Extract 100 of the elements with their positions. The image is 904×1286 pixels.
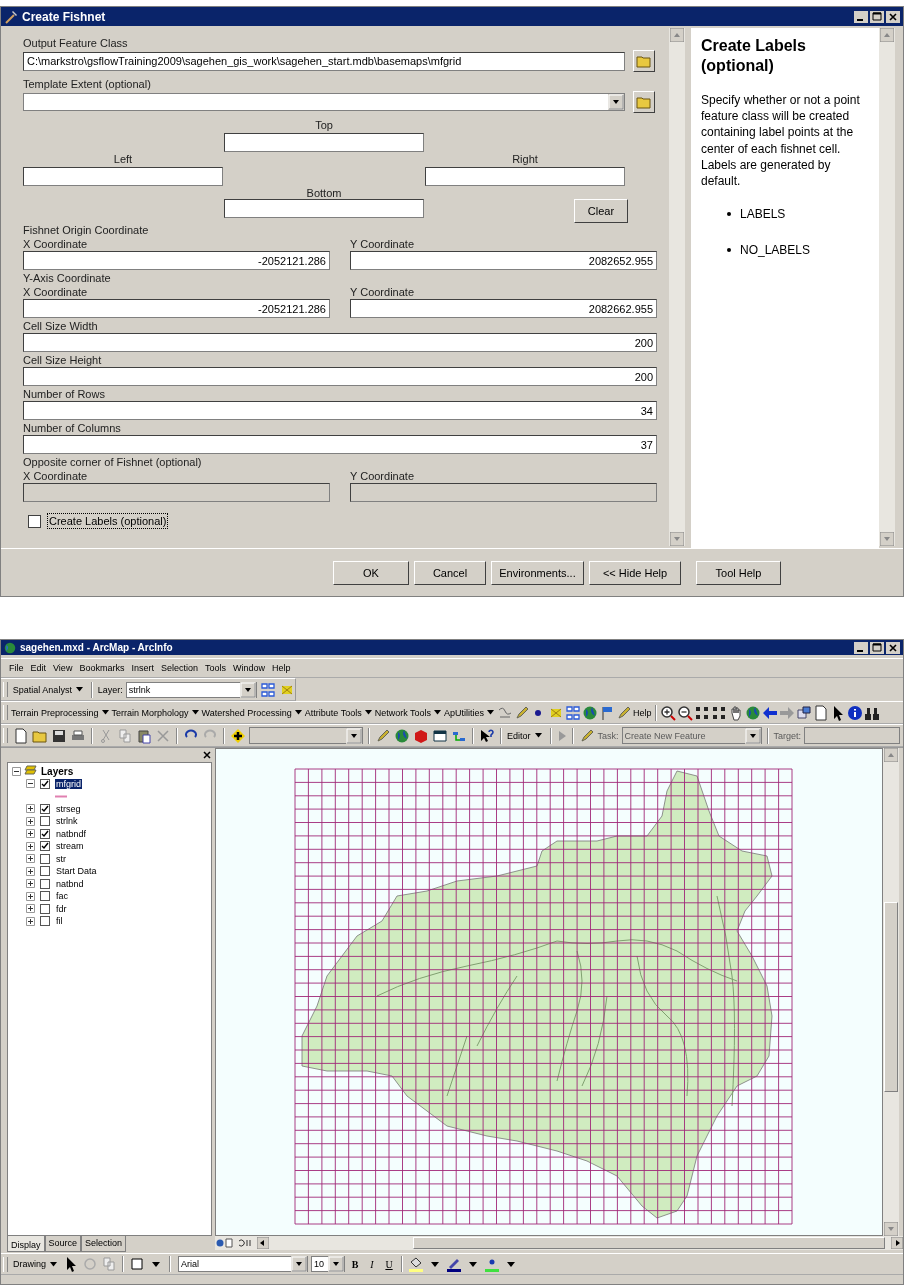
help-button[interactable]: Help: [633, 707, 652, 718]
layer-name[interactable]: strlnk: [55, 816, 79, 827]
toolbar-menu[interactable]: Terrain Preprocessing: [11, 707, 99, 718]
squares-icon[interactable]: [693, 704, 710, 721]
font-size-dropdown[interactable]: 10: [311, 1256, 345, 1272]
caret-icon[interactable]: [346, 727, 362, 744]
layer-group-name[interactable]: Layers: [41, 765, 74, 777]
page-icon[interactable]: [13, 727, 29, 744]
left-field[interactable]: [23, 167, 223, 186]
collapse-toggle-icon[interactable]: [26, 779, 35, 789]
pencil-icon[interactable]: [616, 704, 633, 721]
expand-toggle-icon[interactable]: [26, 866, 35, 876]
caret-icon[interactable]: [608, 94, 624, 110]
caret-icon[interactable]: [328, 1256, 344, 1272]
layer-dropdown[interactable]: strlnk: [125, 681, 257, 698]
close-icon[interactable]: [886, 641, 900, 654]
network-icon[interactable]: [565, 704, 582, 721]
y-coordinate-field[interactable]: 2082652.955: [350, 251, 657, 270]
line-color-icon[interactable]: [446, 1256, 462, 1272]
menu-item[interactable]: Selection: [160, 663, 198, 673]
task-dropdown[interactable]: Create New Feature: [621, 727, 762, 744]
scrollbar-thumb[interactable]: [884, 902, 898, 1092]
page-icon[interactable]: [812, 704, 829, 721]
bottom-field[interactable]: [224, 199, 424, 218]
scroll-right-icon[interactable]: [891, 1237, 903, 1249]
checkbox[interactable]: [40, 891, 50, 902]
pencil-icon[interactable]: [375, 727, 391, 744]
help-pointer-icon[interactable]: [479, 727, 495, 744]
caret-icon[interactable]: [487, 710, 495, 715]
squares-icon[interactable]: [710, 704, 727, 721]
minimize-icon[interactable]: [854, 10, 868, 23]
menu-item[interactable]: Help: [272, 663, 291, 673]
minimize-icon[interactable]: [854, 641, 868, 654]
checkbox[interactable]: [40, 853, 50, 864]
caret-icon[interactable]: [291, 1256, 307, 1272]
top-field[interactable]: [224, 133, 424, 152]
layer-name[interactable]: fdr: [55, 903, 68, 914]
expand-toggle-icon[interactable]: [26, 891, 35, 901]
layer-name[interactable]: mfgrid: [55, 778, 82, 789]
maximize-icon[interactable]: [870, 10, 884, 23]
close-icon[interactable]: [203, 751, 211, 759]
expand-toggle-icon[interactable]: [26, 816, 35, 826]
menu-item[interactable]: Insert: [131, 663, 154, 673]
rectangle-icon[interactable]: [129, 1256, 145, 1272]
panel-tab[interactable]: Selection: [81, 1236, 127, 1252]
bold-button[interactable]: B: [348, 1258, 362, 1270]
menu-item[interactable]: Edit: [30, 663, 47, 673]
menu-item[interactable]: Tools: [204, 663, 226, 673]
checkbox[interactable]: [40, 816, 50, 827]
number-field[interactable]: 200: [23, 367, 657, 386]
expand-toggle-icon[interactable]: [26, 904, 35, 914]
template-extent-dropdown[interactable]: [23, 93, 625, 111]
caret-icon[interactable]: [240, 681, 256, 698]
dialog-button[interactable]: Environments...: [491, 560, 584, 585]
scrollbar-thumb[interactable]: [413, 1237, 885, 1249]
zoom-out-icon[interactable]: [676, 704, 693, 721]
floppy-icon[interactable]: [51, 727, 67, 744]
checkbox[interactable]: [40, 866, 50, 877]
maximize-icon[interactable]: [870, 641, 884, 654]
output-path-field[interactable]: C:\markstro\gsflowTraining2009\sagehen_gis_work\sagehen_start.mdb\basemaps\mfgrid: [23, 51, 625, 71]
toolbar-menu[interactable]: Watershed Processing: [201, 707, 292, 718]
expand-toggle-icon[interactable]: [26, 829, 35, 839]
underline-button[interactable]: U: [382, 1258, 396, 1270]
toolbar-menu[interactable]: Network Tools: [374, 707, 432, 718]
expand-toggle-icon[interactable]: [26, 804, 35, 814]
clipboard-icon[interactable]: [136, 727, 152, 744]
toolbar-menu[interactable]: Attribute Tools: [304, 707, 362, 718]
toolbar-menu[interactable]: ApUtilities: [444, 707, 485, 718]
zoom-in-icon[interactable]: [659, 704, 676, 721]
pencil-icon[interactable]: [514, 704, 531, 721]
collapse-toggle-icon[interactable]: [12, 766, 21, 776]
layer-name[interactable]: fac: [55, 891, 69, 902]
expand-toggle-icon[interactable]: [26, 879, 35, 889]
scroll-left-icon[interactable]: [257, 1237, 269, 1249]
dialog-button[interactable]: Cancel: [414, 560, 486, 585]
globe-icon[interactable]: [582, 704, 599, 721]
caret-icon[interactable]: [294, 710, 302, 715]
y-coordinate-field[interactable]: 2082662.955: [350, 299, 657, 318]
caret-icon[interactable]: [744, 727, 761, 744]
caret-icon[interactable]: [534, 733, 542, 738]
number-field[interactable]: 37: [23, 435, 657, 454]
menu-item[interactable]: Window: [232, 663, 265, 673]
expand-toggle-icon[interactable]: [26, 854, 35, 864]
checkbox[interactable]: [40, 778, 50, 789]
caret-icon[interactable]: [50, 1261, 57, 1267]
caret-icon[interactable]: [434, 710, 442, 715]
target-dropdown[interactable]: [804, 727, 901, 744]
expand-toggle-icon[interactable]: [26, 916, 35, 926]
italic-button[interactable]: I: [365, 1258, 379, 1270]
bucket-icon[interactable]: [408, 1256, 424, 1272]
layer-name[interactable]: str: [55, 853, 67, 864]
layers-icon[interactable]: [795, 704, 812, 721]
font-dropdown[interactable]: Arial: [178, 1256, 308, 1272]
drawing-menu[interactable]: Drawing: [13, 1259, 46, 1269]
globe-icon[interactable]: [394, 727, 410, 744]
menu-item[interactable]: Bookmarks: [79, 663, 125, 673]
toolbar-menu[interactable]: Terrain Morphology: [111, 707, 189, 718]
x-coordinate-field[interactable]: -2052121.286: [23, 251, 330, 270]
checkbox[interactable]: [28, 514, 41, 528]
vertical-scrollbar[interactable]: [883, 748, 899, 1236]
